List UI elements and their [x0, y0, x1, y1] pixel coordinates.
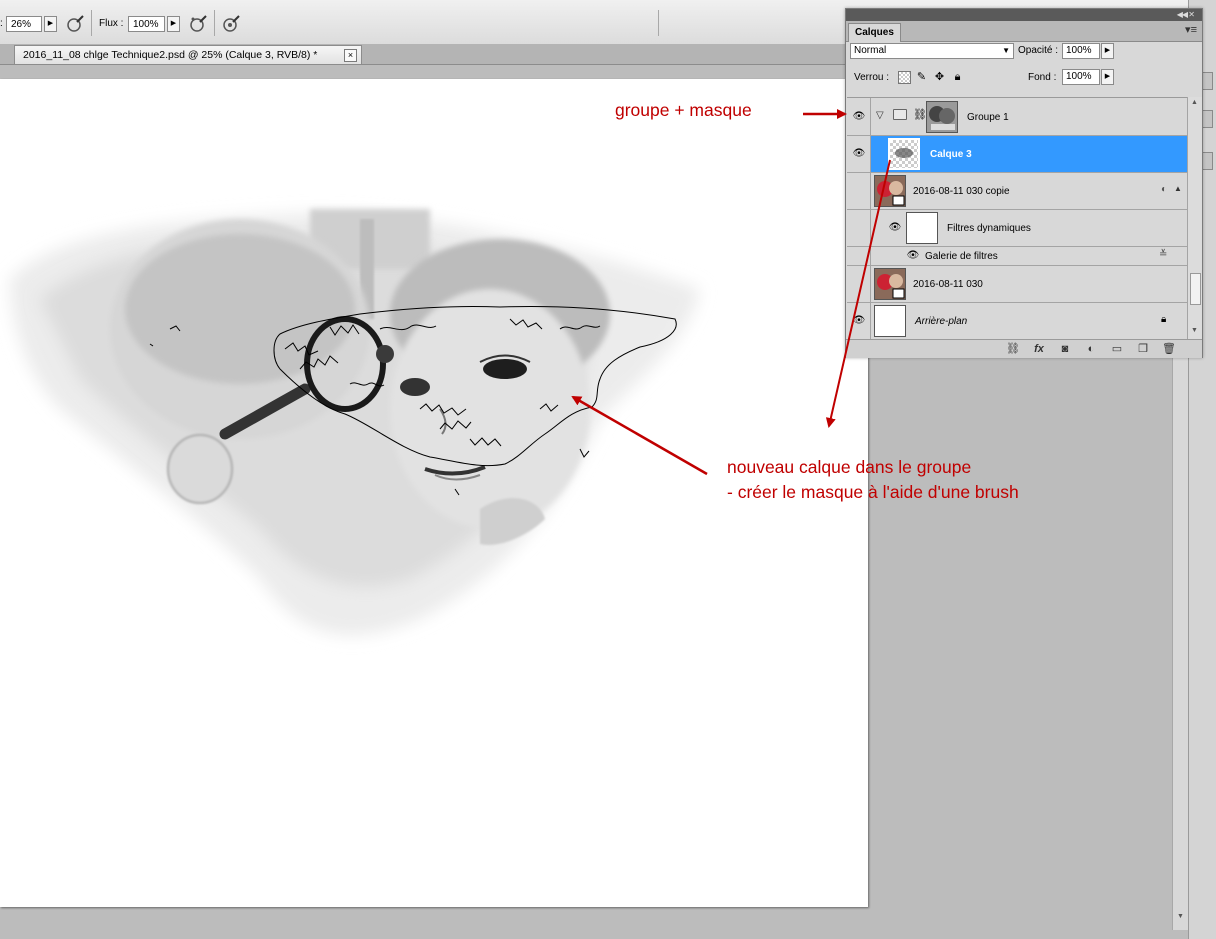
annotation-new-layer-line2: - créer le masque à l'aide d'une brush — [727, 482, 1019, 502]
annotation-arrows — [571, 109, 891, 476]
annotation-new-layer-line1: nouveau calque dans le groupe — [727, 457, 972, 477]
annotation-group-mask: groupe + masque — [615, 100, 752, 120]
